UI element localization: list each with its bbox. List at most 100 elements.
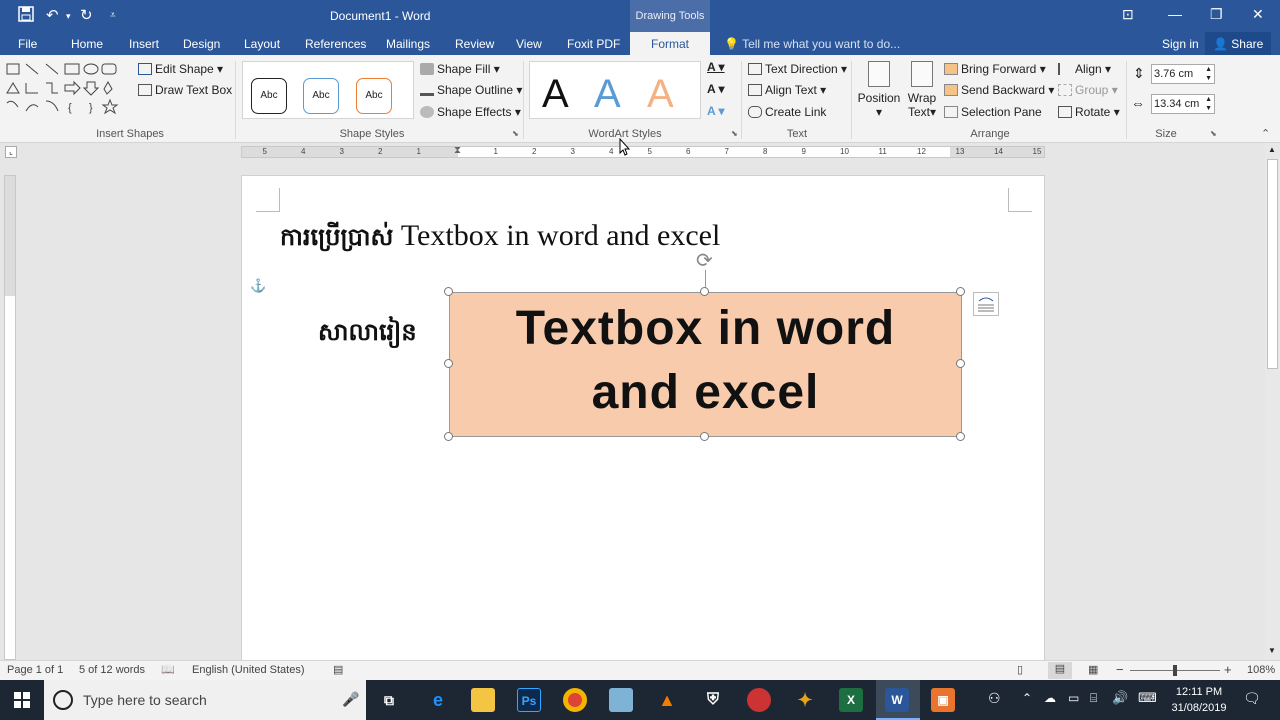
tab-selector-icon[interactable]: ⌞ [5,146,17,158]
print-layout-icon[interactable]: ▤ [1048,662,1072,679]
task-view-icon[interactable]: ⧉ [377,688,401,712]
clock[interactable]: 12:11 PM 31/08/2019 [1166,684,1232,716]
document-page[interactable]: ការប្រើប្រាស់ Textbox in word and excel … [241,175,1045,665]
customize-qat-icon[interactable]: ⩡ [110,10,116,21]
edge-icon[interactable]: e [426,688,450,712]
page-count[interactable]: Page 1 of 1 [7,664,63,676]
proofing-icon[interactable]: 📖 [161,663,175,676]
resize-handle-bl[interactable] [444,432,453,441]
shape-outline-button[interactable]: Shape Outline ▾ [420,83,522,97]
web-layout-icon[interactable]: ▦ [1088,663,1098,676]
shape-styles-launcher-icon[interactable]: ⬊ [512,129,519,138]
excel-icon[interactable]: X [839,688,863,712]
tab-view[interactable]: View [516,37,542,51]
sign-in-link[interactable]: Sign in [1162,37,1199,51]
read-mode-icon[interactable]: ▯ [1017,663,1023,676]
tab-design[interactable]: Design [183,37,220,51]
undo-icon[interactable]: ↶ [46,6,59,24]
align-button[interactable]: Align ▾ [1058,62,1111,76]
style-preset-orange[interactable]: Abc [356,78,392,114]
resize-handle-t[interactable] [700,287,709,296]
wordart-black[interactable]: A [542,72,569,117]
zoom-in-icon[interactable]: + [1224,662,1232,677]
wordart-blue[interactable]: A [594,72,621,117]
tab-insert[interactable]: Insert [129,37,159,51]
language-status[interactable]: English (United States) [192,664,305,676]
height-input[interactable]: 3.76 cm ▲ ▼ [1151,64,1215,84]
notifications-icon[interactable]: 🗨 [1243,690,1261,707]
photoshop-icon[interactable]: Ps [517,688,541,712]
tab-review[interactable]: Review [455,37,494,51]
word-icon[interactable]: W [885,688,909,712]
network-icon[interactable]: ⌸ [1090,691,1097,706]
vertical-ruler[interactable] [4,175,16,660]
send-backward-button[interactable]: Send Backward ▾ [944,83,1054,97]
undo-dropdown-icon[interactable]: ▾ [66,11,71,22]
text-outline-icon[interactable]: A ▾ [707,82,725,96]
width-input[interactable]: 13.34 cm ▲ ▼ [1151,94,1215,114]
show-hidden-icons[interactable]: ⌃ [1022,691,1032,705]
app-icon-3[interactable]: ✦ [793,688,817,712]
shapes-gallery[interactable]: { } [4,61,130,119]
zoom-out-icon[interactable]: − [1116,662,1124,677]
size-launcher-icon[interactable]: ⬊ [1210,129,1217,138]
app-icon-2[interactable] [747,688,771,712]
text-direction-button[interactable]: Text Direction ▾ [748,62,847,76]
close-button[interactable]: ✕ [1252,6,1264,23]
tab-references[interactable]: References [305,37,366,51]
vertical-scrollbar[interactable]: ▲ ▼ [1265,143,1280,660]
layout-options-icon[interactable] [973,292,999,316]
windows-start-icon[interactable] [14,692,30,708]
app-icon-4[interactable]: ▣ [931,688,955,712]
create-link-button[interactable]: Create Link [748,105,826,119]
tab-file[interactable]: File [18,37,37,51]
wordart-launcher-icon[interactable]: ⬊ [731,129,738,138]
style-preset-black[interactable]: Abc [251,78,287,114]
rotate-button[interactable]: Rotate ▾ [1058,105,1120,119]
edit-shape-button[interactable]: Edit Shape ▾ [138,62,223,76]
battery-icon[interactable]: ▭ [1068,691,1079,705]
taskbar-search-box[interactable]: Type here to search 🎤 [44,680,366,720]
tell-me-search[interactable]: 💡 Tell me what you want to do... [724,37,900,51]
resize-handle-tl[interactable] [444,287,453,296]
volume-icon[interactable]: 🔊 [1112,690,1128,706]
redo-icon[interactable]: ↻ [80,6,93,24]
shape-styles-gallery[interactable]: Abc Abc Abc [242,61,414,119]
shape-fill-button[interactable]: Shape Fill ▾ [420,62,500,76]
bring-forward-button[interactable]: Bring Forward ▾ [944,62,1046,76]
indent-marker-icon[interactable]: ⧗ [454,145,461,156]
text-fill-icon[interactable]: A ▾ [707,60,725,74]
vlc-icon[interactable]: ▲ [655,688,679,712]
share-button[interactable]: 👤 Share [1205,32,1272,55]
khmer-school-label[interactable]: សាលារៀន [318,317,417,352]
minimize-button[interactable]: — [1168,6,1182,22]
word-count[interactable]: 5 of 12 words [79,664,145,676]
position-button[interactable]: Position ▾ [857,61,901,123]
people-icon[interactable]: ⚇ [988,690,1001,707]
wordart-orange[interactable]: A [647,72,674,117]
tab-mailings[interactable]: Mailings [386,37,430,51]
shield-icon[interactable]: ⛨ [701,688,725,712]
macro-icon[interactable]: ▤ [333,663,343,676]
scroll-up-icon[interactable]: ▲ [1268,145,1276,154]
group-button[interactable]: Group ▾ [1058,83,1118,97]
wrap-text-button[interactable]: Wrap Text▾ [905,61,939,123]
resize-handle-l[interactable] [444,359,453,368]
zoom-slider-thumb[interactable] [1173,665,1177,676]
tab-layout[interactable]: Layout [244,37,280,51]
file-explorer-icon[interactable] [471,688,495,712]
resize-handle-tr[interactable] [956,287,965,296]
onedrive-icon[interactable]: ☁ [1044,691,1056,705]
restore-button[interactable]: ❐ [1210,6,1223,23]
zoom-level[interactable]: 108% [1247,664,1275,676]
selection-pane-button[interactable]: Selection Pane [944,105,1042,119]
scroll-thumb[interactable] [1267,159,1278,369]
scroll-down-icon[interactable]: ▼ [1268,646,1276,655]
wordart-gallery[interactable]: A A A [529,61,701,119]
text-effects-icon[interactable]: A ▾ [707,104,725,118]
tab-home[interactable]: Home [71,37,103,51]
resize-handle-br[interactable] [956,432,965,441]
resize-handle-b[interactable] [700,432,709,441]
tab-foxit-pdf[interactable]: Foxit PDF [567,37,620,51]
save-icon[interactable] [18,6,34,26]
